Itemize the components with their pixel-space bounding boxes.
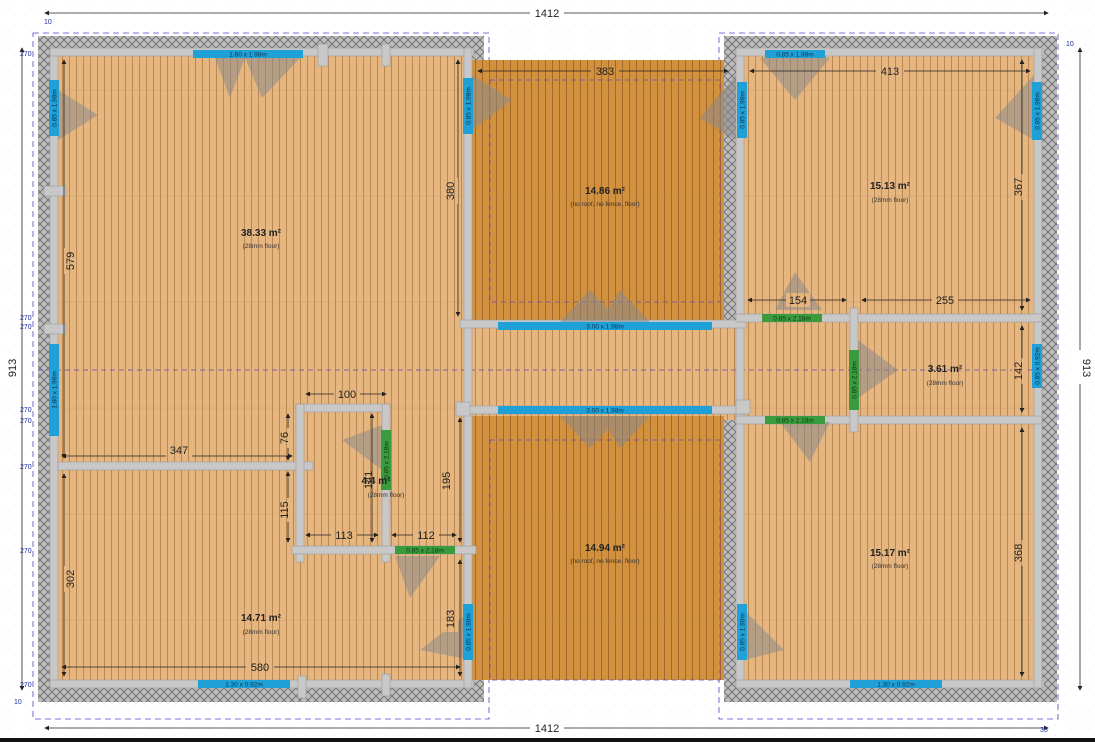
label-window-left-lower: 1.80 x 1.98m: [52, 371, 59, 409]
label-door-right-lower: 0.85 x 2.18m: [776, 418, 814, 425]
room-note-top-right: (28mm floor): [872, 197, 909, 204]
room-note-bottom-left: (28mm floor): [243, 629, 280, 636]
room-note-mid-right: (28mm floor): [927, 380, 964, 387]
overall-height-right: 913: [1080, 359, 1092, 377]
label-window-left-upper: 0.85 x 1.98m: [52, 89, 59, 127]
room-note-bottom-right: (28mm floor): [872, 563, 909, 570]
overall-height-left: 913: [7, 359, 19, 377]
label-door-small-bottom: 0.85 x 2.18m: [406, 548, 444, 555]
dim-302: 302: [65, 570, 77, 588]
room-note-small-center: (28mm floor): [368, 492, 405, 499]
side-mark: 270: [20, 315, 32, 322]
side-mark: 270: [20, 418, 32, 425]
dim-183: 183: [445, 610, 457, 628]
label-window-center-top: 3.00 x 1.98m: [586, 324, 624, 331]
dim-579: 579: [65, 252, 77, 270]
dim-112: 112: [417, 530, 435, 542]
dim-383: 383: [596, 66, 614, 78]
room-note-terrace-bottom: (no roof, no fence, floor): [570, 558, 639, 565]
dim-154: 154: [789, 295, 807, 307]
label-window-bottom-left: 1.30 x 0.92m: [225, 682, 263, 689]
label-window-col-lower: 0.85 x 1.98m: [466, 613, 473, 651]
room-note-big-left: (28mm floor): [243, 243, 280, 250]
dim-113: 113: [335, 530, 353, 542]
dim-380: 380: [445, 182, 457, 200]
label-door-right-vertical: 0.85 x 2.18m: [852, 361, 859, 399]
dim-367: 367: [1013, 178, 1025, 196]
side-mark: 270: [20, 548, 32, 555]
corner-mark-bl: 10: [14, 699, 22, 706]
side-mark: 270: [20, 682, 32, 689]
label-window-bottom-right: 1.30 x 0.92m: [877, 682, 915, 689]
room-note-terrace-top: (no roof, no fence, floor): [570, 201, 639, 208]
room-area-bottom-left: 14.71 m²: [241, 613, 282, 624]
dim-347: 347: [170, 445, 188, 457]
label-window-right-col-lower: 0.85 x 1.98m: [740, 613, 747, 651]
dim-580: 580: [251, 662, 269, 674]
dim-115: 115: [279, 501, 291, 519]
label-window-center-bottom: 3.00 x 1.98m: [586, 408, 624, 415]
side-mark: 270: [20, 51, 32, 58]
corner-mark-tl: 10: [44, 19, 52, 26]
overall-width-top: 1412: [535, 8, 559, 20]
dim-255: 255: [936, 295, 954, 307]
label-window-right-upper: 0.85 x 1.98m: [1035, 92, 1042, 130]
floor-plan: 1.60 x 1.98m 0.85 x 1.98m 3.00 x 1.98m 3…: [0, 0, 1095, 742]
corner-mark-tr: 10: [1066, 41, 1074, 48]
corner-mark-br: 35: [1040, 727, 1048, 734]
dim-195: 195: [441, 472, 453, 490]
dim-413: 413: [881, 66, 899, 78]
label-window-right-col-upper: 0.85 x 1.98m: [740, 91, 747, 129]
label-window-top-left: 1.60 x 1.98m: [229, 52, 267, 59]
side-mark: 270: [20, 324, 32, 331]
label-window-right-mid: 0.85 x 0.92m: [1035, 347, 1042, 385]
dim-142: 142: [1013, 362, 1025, 380]
room-area-small-center: 4.4 m²: [362, 476, 392, 487]
label-window-top-right: 0.85 x 1.98m: [776, 52, 814, 59]
bottom-edge-bar: [0, 738, 1095, 742]
room-area-top-right: 15.13 m²: [870, 181, 911, 192]
side-mark: 270: [20, 464, 32, 471]
room-area-terrace-bottom: 14.94 m²: [585, 543, 626, 554]
room-area-mid-right: 3.61 m²: [928, 364, 963, 375]
room-area-terrace-top: 14.86 m²: [585, 186, 626, 197]
side-mark: 270: [20, 407, 32, 414]
label-window-col-upper: 0.85 x 1.98m: [466, 87, 473, 125]
label-door-right-upper: 0.85 x 2.18m: [773, 316, 811, 323]
dim-100: 100: [338, 389, 356, 401]
overall-width-bottom: 1412: [535, 723, 559, 735]
room-area-bottom-right: 15.17 m²: [870, 548, 911, 559]
dim-368: 368: [1013, 544, 1025, 562]
dim-76: 76: [279, 432, 291, 444]
room-area-big-left: 38.33 m²: [241, 228, 282, 239]
label-door-small-vertical: 0.85 x 2.18m: [384, 441, 391, 479]
